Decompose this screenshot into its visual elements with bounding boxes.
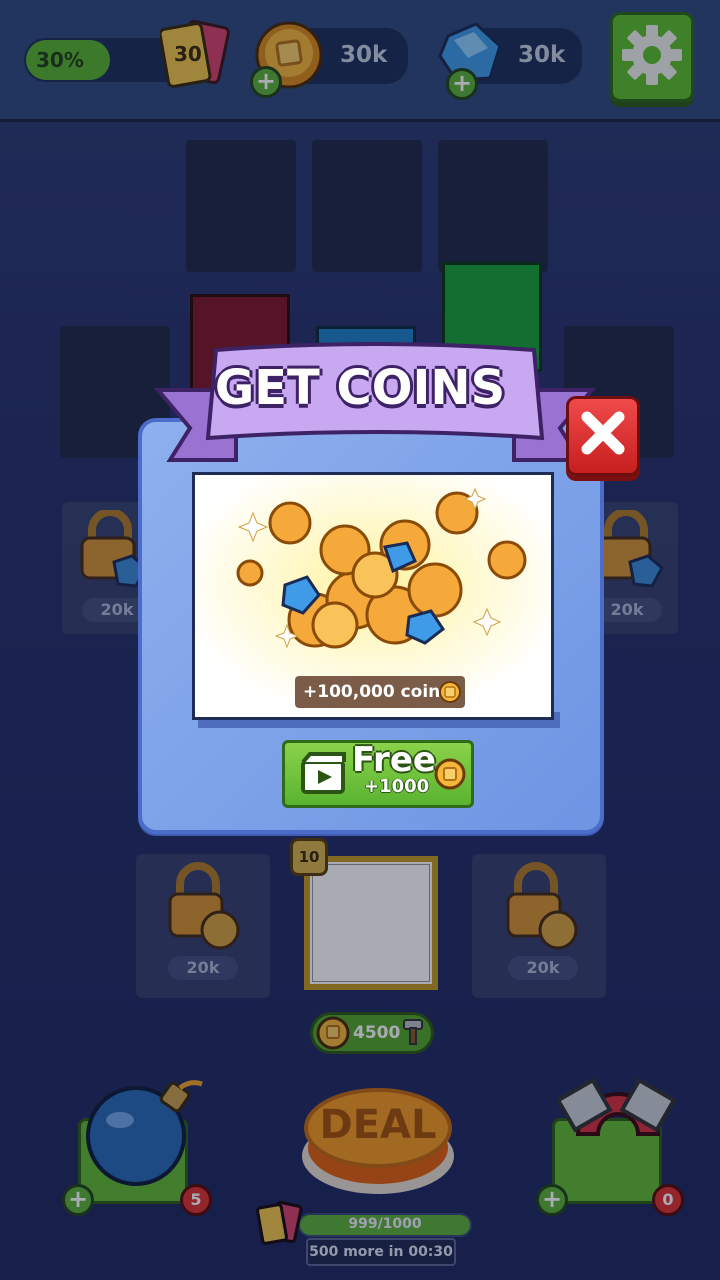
free-button-label: Free [352,740,436,780]
free-bonus-label: +1000 [364,776,430,797]
coin-icon [434,758,466,790]
video-ad-icon [301,752,346,794]
close-button[interactable] [566,396,640,476]
coin-icon [439,681,461,703]
offer-amount-text: +100,000 coins [303,682,451,702]
close-icon [581,411,625,455]
